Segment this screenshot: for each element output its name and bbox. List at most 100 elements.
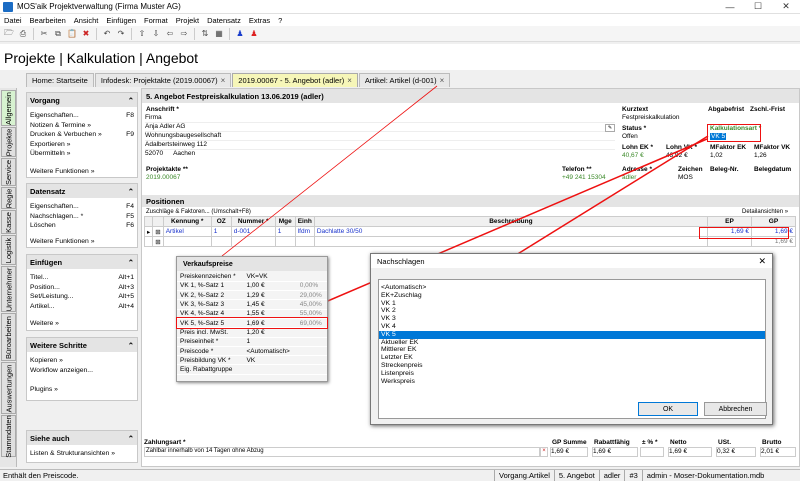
list-item[interactable]: VK 4 <box>379 323 765 331</box>
group-header[interactable]: Einfügen ⌃ <box>27 255 137 269</box>
list-item[interactable]: Aktueller EK <box>379 339 765 347</box>
vtab-unternehmer[interactable]: Unternehmer <box>1 266 16 312</box>
list-item[interactable]: VK 2 <box>379 307 765 315</box>
collapse-icon[interactable]: ⌃ <box>128 187 134 196</box>
cell-nummer[interactable]: d-001 <box>230 226 276 237</box>
price-row-highlighted[interactable]: VK 5, %-Satz 5 1,69 €69,00% <box>176 317 328 329</box>
list-item[interactable]: <Automatisch> <box>379 284 765 292</box>
menu-datensatz[interactable]: Datensatz <box>203 16 245 25</box>
close-icon[interactable]: ✕ <box>758 256 766 267</box>
price-row[interactable]: VK 3, %-Satz 3 1,45 €45,00% <box>177 299 327 310</box>
price-row[interactable]: Preis incl. MwSt. 1,20 € <box>177 327 327 338</box>
cell-empty[interactable] <box>274 236 296 247</box>
lohn-vk-field[interactable]: 43,92 € <box>666 152 688 159</box>
cut-icon[interactable]: ✂ <box>38 28 50 40</box>
status-field[interactable]: Offen <box>622 133 638 140</box>
tab-infodesk[interactable]: Infodesk: Projektakte (2019.00067) × <box>94 73 232 87</box>
list-item[interactable]: EK+Zuschlag <box>379 292 765 300</box>
price-row[interactable]: Preiskennzeichen * VK=VK <box>177 272 327 282</box>
paste-icon[interactable]: 📋 <box>66 28 78 40</box>
sidebar-item-artikel[interactable]: Artikel... Alt+4 <box>27 302 137 312</box>
group-header[interactable]: Siehe auch ⌃ <box>27 431 137 445</box>
zahlungsart-field[interactable]: Zahlbar innerhalb von 14 Tagen ohne Abzu… <box>144 447 540 457</box>
ust-field[interactable]: 0,32 € <box>716 447 756 457</box>
cell-empty[interactable] <box>230 236 276 247</box>
collapse-icon[interactable]: ⌃ <box>128 258 134 267</box>
price-row[interactable]: Preiscode * <Automatisch> <box>177 346 327 357</box>
lookup-list[interactable]: <Automatisch> EK+Zuschlag VK 1 VK 2 VK 3… <box>378 279 766 419</box>
price-row[interactable]: VK 4, %-Satz 4 1,55 €55,00% <box>177 309 327 320</box>
copy-icon[interactable]: ⧉ <box>52 28 64 40</box>
menu-extras[interactable]: Extras <box>245 16 274 25</box>
menu-ansicht[interactable]: Ansicht <box>70 16 103 25</box>
user-blue-icon[interactable]: ♟ <box>234 28 246 40</box>
price-row[interactable]: VK 2, %-Satz 2 1,29 €29,00% <box>177 290 327 301</box>
sidebar-item-nachschlagen[interactable]: Nachschlagen... * F5 <box>27 212 137 222</box>
undo-icon[interactable]: ↶ <box>101 28 113 40</box>
list-item[interactable]: VK 1 <box>379 300 765 308</box>
menu-projekt[interactable]: Projekt <box>172 16 203 25</box>
collapse-icon[interactable]: ⌃ <box>128 434 134 443</box>
list-item[interactable]: Werkspreis <box>379 378 765 386</box>
sidebar-item-eigenschaften[interactable]: Eigenschaften... F8 <box>27 111 137 121</box>
price-row[interactable]: Eig. Rabattgruppe <box>177 364 327 375</box>
group-header[interactable]: Weitere Schritte ⌃ <box>27 338 137 352</box>
mfaktor-ek-field[interactable]: 1,02 <box>710 152 723 159</box>
price-row[interactable]: VK 1, %-Satz 1 1,00 €0,00% <box>177 281 327 292</box>
close-tab-icon[interactable]: × <box>347 76 352 85</box>
sidebar-item-notizen[interactable]: Notizen & Termine » <box>27 121 137 131</box>
menu-bearbeiten[interactable]: Bearbeiten <box>26 16 70 25</box>
cell-empty[interactable] <box>294 236 315 247</box>
group-header[interactable]: Vorgang ⌃ <box>27 93 137 107</box>
col-einh[interactable]: Einh <box>294 216 315 227</box>
gp-summe-field[interactable]: 1,69 € <box>550 447 588 457</box>
cell-empty[interactable] <box>162 236 212 247</box>
rabattfaehig-field[interactable]: 1,69 € <box>592 447 638 457</box>
vtab-allgemein[interactable]: Allgemein <box>1 90 16 126</box>
sidebar-item-eigenschaften[interactable]: Eigenschaften... F4 <box>27 202 137 212</box>
list-item-selected[interactable]: VK 5 <box>379 330 765 339</box>
edit-address-icon[interactable]: ✎ <box>605 124 615 132</box>
collapse-icon[interactable]: ⌃ <box>128 341 134 350</box>
lohn-ek-field[interactable]: 40,67 € <box>622 152 644 159</box>
vtab-service[interactable]: Service <box>1 158 16 186</box>
zeichen-field[interactable]: MOS <box>678 174 693 181</box>
sidebar-item-drucken[interactable]: Drucken & Verbuchen » F9 <box>27 130 137 140</box>
tab-angebot[interactable]: 2019.00067 - 5. Angebot (adler) × <box>232 73 358 87</box>
vtab-bueroarbeiten[interactable]: Büroarbeiten <box>1 313 16 361</box>
mfaktor-vk-field[interactable]: 1,26 <box>754 152 767 159</box>
sidebar-item-listen[interactable]: Listen & Strukturansichten » <box>27 449 137 459</box>
sidebar-item-set-leistung[interactable]: Set/Leistung... Alt+5 <box>27 292 137 302</box>
delete-icon[interactable]: ✖ <box>80 28 92 40</box>
telefon-field[interactable]: +49 241 15304 <box>562 174 606 181</box>
sidebar-item-exportieren[interactable]: Exportieren » <box>27 140 137 150</box>
menu-help[interactable]: ? <box>274 16 286 25</box>
expand-icon[interactable]: ⊞ <box>152 226 164 237</box>
vtab-regie[interactable]: Regie <box>1 187 16 209</box>
arrow-right-icon[interactable]: ⇨ <box>178 28 190 40</box>
minimize-button[interactable]: — <box>716 2 744 12</box>
table-row[interactable]: ▸ ⊞ Artikel 1 d-001 1 lfdm Dachlatte 30/… <box>143 226 796 237</box>
list-item[interactable]: Streckenpreis <box>379 362 765 370</box>
arrow-up-icon[interactable]: ⇧ <box>136 28 148 40</box>
close-tab-icon[interactable]: × <box>440 76 445 85</box>
redo-icon[interactable]: ↷ <box>115 28 127 40</box>
sidebar-item-position[interactable]: Position... Alt+3 <box>27 283 137 293</box>
cell-empty[interactable] <box>313 236 709 247</box>
collapse-icon[interactable]: ⌃ <box>128 96 134 105</box>
cell-empty[interactable] <box>210 236 232 247</box>
col-kennung[interactable]: Kennung * <box>162 216 212 227</box>
close-button[interactable]: ✕ <box>772 1 800 12</box>
price-row[interactable]: Preisbildung VK * VK <box>177 355 327 366</box>
menu-format[interactable]: Format <box>140 16 172 25</box>
price-row[interactable]: Preiseinheit * 1 <box>177 337 327 347</box>
print-icon[interactable]: ⎙ <box>17 28 29 40</box>
col-gp[interactable]: GP <box>751 216 796 227</box>
table-row-empty[interactable]: ⊞ 1,69 € <box>143 236 796 247</box>
plugins-link[interactable]: Plugins » <box>27 383 137 393</box>
col-ep[interactable]: EP <box>707 216 752 227</box>
vtab-projekte[interactable]: Projekte <box>1 127 16 157</box>
vtab-kasse[interactable]: Kasse <box>1 210 16 234</box>
arrow-down-icon[interactable]: ⇩ <box>150 28 162 40</box>
close-tab-icon[interactable]: × <box>221 76 226 85</box>
